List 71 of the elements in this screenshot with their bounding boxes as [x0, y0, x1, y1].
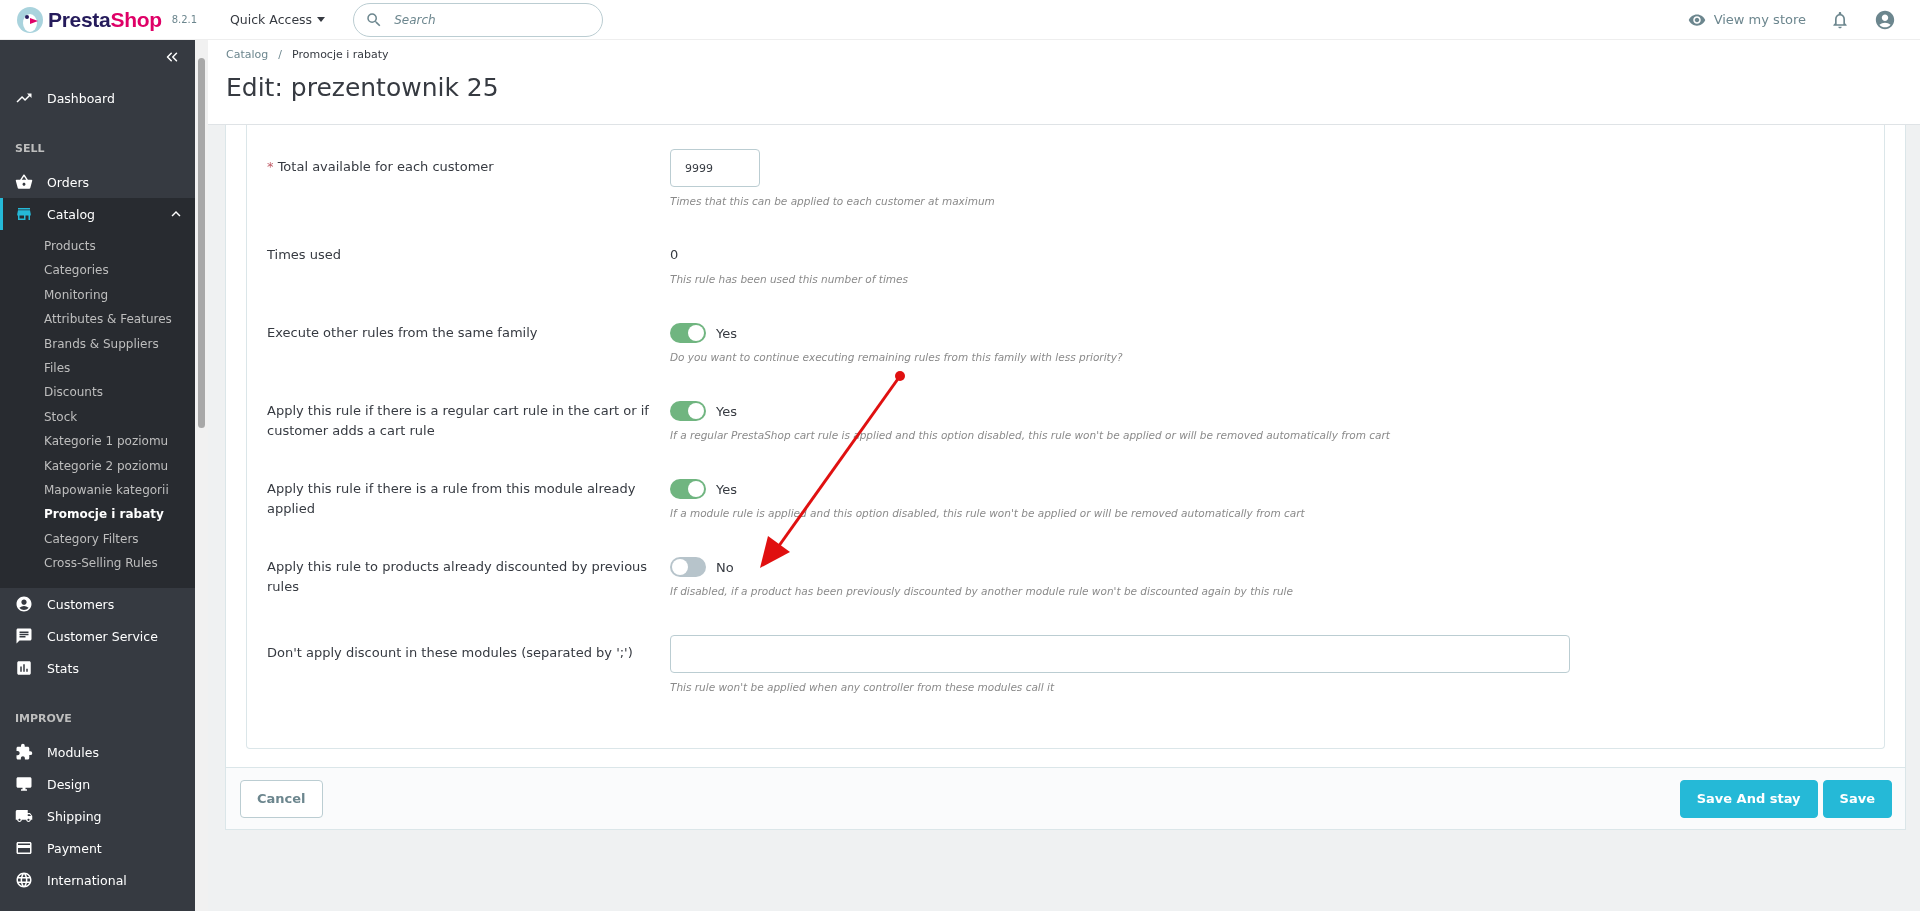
sidebar-section-heading: SELL [14, 141, 46, 157]
logo-icon [16, 5, 44, 34]
monitor-icon [15, 775, 33, 794]
toggle-state-label: No [716, 559, 734, 575]
breadcrumb-link[interactable]: Catalog [226, 48, 269, 61]
field-label: Apply this rule if there is a rule from this module already applied [267, 480, 637, 518]
field-label: * Total available for each customer [267, 158, 495, 176]
submenu-item[interactable]: Brands & Suppliers [0, 331, 195, 356]
input-field[interactable] [670, 635, 1570, 673]
toggle-switch[interactable] [670, 557, 706, 577]
sidebar-item[interactable]: Stats [0, 652, 195, 685]
sidebar-item[interactable]: Payment [0, 832, 195, 865]
user-avatar-icon[interactable] [1874, 8, 1896, 31]
field-label: Don't apply discount in these modules (separated by ';') [267, 644, 634, 662]
sidebar-item[interactable]: Catalog [0, 198, 195, 230]
page-title: Edit: prezentownik 25 [226, 73, 500, 102]
help-text: This rule won't be applied when any controller from these modules call it [670, 681, 1056, 693]
toggle-state-label: Yes [716, 325, 737, 341]
notifications-icon[interactable] [1830, 9, 1850, 30]
toggle-state-label: Yes [716, 481, 737, 497]
toggle-state-label: Yes [716, 403, 737, 419]
sidebar-item[interactable]: Shipping [0, 800, 195, 833]
toggle-switch[interactable] [670, 323, 706, 343]
sidebar-item[interactable]: Customers [0, 588, 195, 621]
submenu-item[interactable]: Category Filters [0, 526, 195, 552]
submenu-item[interactable]: Categories [0, 258, 195, 283]
view-store-link[interactable]: View my store [1687, 10, 1806, 29]
sidebar-item[interactable]: Modules [0, 736, 195, 769]
puzzle-piece-icon [15, 743, 33, 762]
help-text: Times that this can be applied to each customer at maximum [670, 195, 996, 207]
submenu-item[interactable]: Monitoring [0, 282, 195, 308]
quick-access-menu[interactable]: Quick Access [230, 12, 326, 27]
field-label: Times used [267, 246, 342, 264]
submenu-item[interactable]: Kategorie 2 poziomu [0, 453, 195, 478]
sidebar-item[interactable]: Orders [0, 166, 195, 198]
number-field[interactable]: 9999 [670, 149, 760, 187]
cancel-button[interactable]: Cancel [240, 779, 323, 818]
sidebar-item[interactable]: Customer Service [0, 620, 195, 653]
field-label: Apply this rule if there is a regular cart rule in the cart or if customer adds a cart rule [267, 402, 650, 440]
submenu-item[interactable]: Mapowanie kategorii [0, 477, 195, 503]
submenu-item[interactable]: Attributes & Features [0, 307, 195, 332]
help-text: This rule has been used this number of times [670, 273, 909, 285]
sidebar-item[interactable]: Design [0, 768, 195, 801]
search-field[interactable]: Search [353, 2, 604, 37]
help-text: Do you want to continue executing remaining rules from this family with less priority? [670, 351, 1124, 363]
bar-chart-icon [15, 659, 33, 678]
sidebar-item[interactable]: Dashboard [0, 82, 195, 114]
logo-wordmark: PrestaShop [48, 7, 162, 32]
caret-icon [317, 17, 326, 22]
chat-bubble-icon [15, 627, 33, 646]
field-label: Execute other rules from the same family [267, 324, 539, 342]
globe-icon [15, 871, 33, 890]
breadcrumb-separator: / [278, 48, 282, 61]
submenu-item[interactable]: Kategorie 1 poziomu [0, 429, 195, 454]
basket-icon [15, 173, 33, 191]
help-text: If disabled, if a product has been previously discounted by another module rule won't be discounted again by this rule [670, 585, 1294, 597]
submenu-item[interactable]: Products [0, 234, 195, 259]
toggle-switch[interactable] [670, 479, 706, 499]
field-value: 0 [670, 246, 680, 264]
submenu-item[interactable]: Stock [0, 404, 195, 430]
sidebar-item[interactable]: International [0, 864, 195, 897]
field-label: Apply this rule to products already discounted by previous rules [267, 558, 649, 596]
submenu-item[interactable]: Cross-Selling Rules [0, 551, 195, 576]
sidebar-section-heading: IMPROVE [14, 711, 73, 728]
breadcrumb-link[interactable]: Promocje i rabaty [291, 48, 389, 61]
version-label: 8.2.1 [171, 14, 198, 25]
toggle-switch[interactable] [670, 401, 706, 421]
submenu-item[interactable]: Discounts [0, 380, 195, 405]
submenu-item[interactable]: Files [0, 355, 195, 381]
store-icon [15, 205, 33, 223]
submenu-item[interactable]: Promocje i rabaty [0, 502, 195, 527]
